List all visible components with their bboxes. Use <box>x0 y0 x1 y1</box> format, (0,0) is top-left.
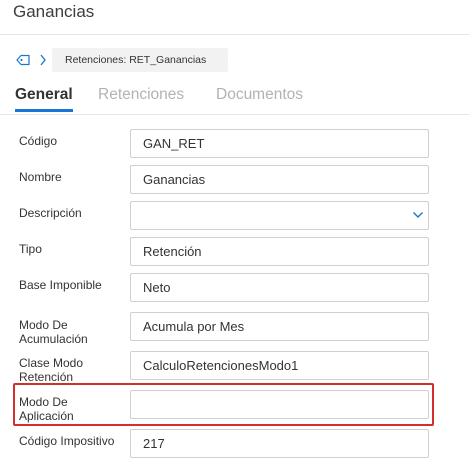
tab-retenciones[interactable]: Retenciones <box>98 85 184 109</box>
header-divider <box>0 34 469 35</box>
codigo-impositivo-field[interactable]: 217 <box>130 429 429 458</box>
base-imponible-field[interactable]: Neto <box>130 273 429 302</box>
tipo-field[interactable]: Retención <box>130 237 429 266</box>
modo-acumulacion-label: Modo De Acumulación <box>19 318 88 346</box>
modo-aplicacion-field[interactable] <box>130 390 429 419</box>
nombre-field[interactable]: Ganancias <box>130 165 429 194</box>
base-imponible-label: Base Imponible <box>19 278 102 292</box>
tab-bar: General Retenciones Documentos <box>14 85 334 115</box>
tab-general[interactable]: General <box>15 85 73 112</box>
codigo-field[interactable]: GAN_RET <box>130 129 429 158</box>
clase-modo-retencion-label: Clase Modo Retención <box>19 356 84 384</box>
breadcrumb-current[interactable]: Retenciones: RET_Ganancias <box>52 48 228 72</box>
descripcion-select[interactable] <box>130 201 429 230</box>
descripcion-label: Descripción <box>19 206 82 220</box>
chevron-right-icon <box>40 54 46 66</box>
breadcrumb: Retenciones: RET_Ganancias <box>14 48 234 72</box>
tabs-divider <box>0 114 469 115</box>
chevron-down-icon[interactable] <box>412 211 424 219</box>
codigo-impositivo-label: Código Impositivo <box>19 434 115 448</box>
modo-aplicacion-label: Modo De Aplicación <box>19 395 74 423</box>
clase-modo-retencion-field[interactable]: CalculoRetencionesModo1 <box>130 351 429 380</box>
nombre-label: Nombre <box>19 170 62 184</box>
codigo-label: Código <box>19 134 58 148</box>
page-title: Ganancias <box>13 2 95 21</box>
tag-icon[interactable] <box>16 54 30 66</box>
modo-acumulacion-field[interactable]: Acumula por Mes <box>130 312 429 341</box>
tipo-label: Tipo <box>19 242 42 256</box>
tab-documentos[interactable]: Documentos <box>216 85 303 109</box>
